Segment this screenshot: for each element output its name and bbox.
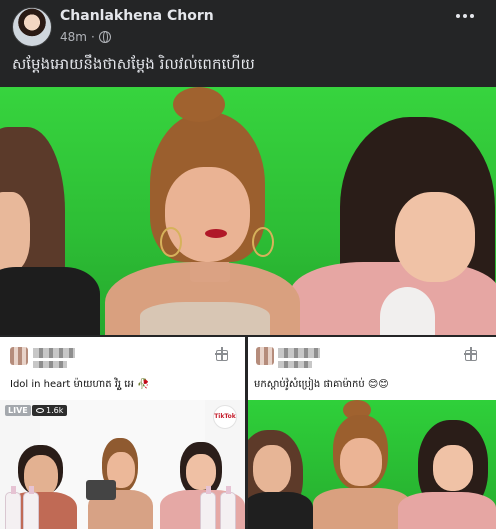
commenter-name-blurred (278, 348, 320, 358)
author-avatar[interactable] (12, 7, 52, 47)
person-right-face (395, 192, 475, 282)
commenter-avatar (256, 347, 274, 365)
thumb-left-top (248, 492, 313, 529)
earring-left (160, 227, 182, 257)
green-screen-thumbnail[interactable] (248, 400, 496, 529)
commenter-subtitle-blurred (278, 361, 312, 368)
live-badge: LIVE (5, 405, 31, 416)
product-bottle (5, 486, 21, 529)
dot-icon (470, 14, 474, 18)
phone-prop (86, 480, 116, 500)
thumb-center-face (340, 438, 382, 486)
product-bottle (220, 486, 236, 529)
commenter-avatar (10, 347, 28, 365)
thumb-center-body (313, 488, 411, 529)
comment-text: មកស្ដាប់វ៉ូសំប្រៀង ផាគាម៉ាកប់ 😊😊 (254, 379, 389, 390)
product-bottle (200, 486, 216, 529)
photo-bottom-right[interactable]: មកស្ដាប់វ៉ូសំប្រៀង ផាគាម៉ាកប់ 😊😊 (248, 337, 496, 529)
eye-icon (36, 408, 44, 413)
main-photo[interactable] (0, 87, 496, 335)
commenter-name-blurred (33, 348, 75, 358)
person-center-bun (173, 87, 225, 122)
post-header: Chanlakhena Chorn 48m · (0, 0, 496, 50)
post-caption: សម្ដែងអោយនឹងថាសម្ដែង រិលវល់ពេកហើយ (12, 55, 255, 73)
thumb-right-jacket (398, 492, 496, 529)
viewer-count: 1.6k (32, 405, 68, 416)
globe-icon (98, 31, 111, 43)
person-left-top (0, 267, 100, 335)
product-bottle (23, 486, 39, 529)
live-stream-frame[interactable]: LIVE 1.6k TikTok (0, 400, 245, 529)
photo-bottom-left[interactable]: Idol in heart ម៉ាយហាត វិរ្តួ អេ 🥀 LIVE 1… (0, 337, 245, 529)
host-right-face (186, 454, 216, 490)
post-meta: 48m · (60, 30, 111, 44)
author-name[interactable]: Chanlakhena Chorn (60, 8, 214, 24)
earring-right (252, 227, 274, 257)
dot-icon (463, 14, 467, 18)
gift-icon[interactable] (215, 347, 228, 361)
thumb-left-face (253, 445, 291, 493)
timestamp[interactable]: 48m (60, 30, 87, 44)
more-options-button[interactable] (456, 14, 474, 18)
brand-logo: TikTok (213, 405, 237, 429)
person-center-lips (205, 229, 227, 238)
commenter-subtitle-blurred (33, 361, 67, 368)
person-center-top (140, 302, 270, 335)
thumb-right-face (433, 445, 473, 491)
gift-icon[interactable] (464, 347, 477, 361)
comment-text: Idol in heart ម៉ាយហាត វិរ្តួ អេ 🥀 (10, 379, 150, 390)
person-left-face (0, 192, 30, 272)
dot-icon (456, 14, 460, 18)
